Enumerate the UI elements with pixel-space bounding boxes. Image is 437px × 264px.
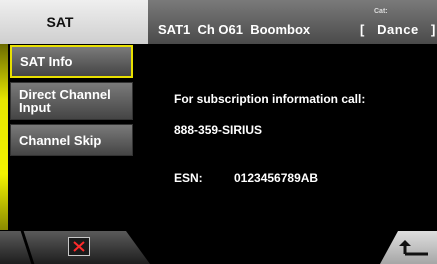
subscription-text: For subscription information call: [174,92,366,106]
esn-value: 0123456789AB [234,171,319,185]
close-x-icon[interactable] [68,237,90,256]
category-value[interactable]: [ Dance ] [360,22,436,37]
channel-info: SAT1 Ch O61 Boombox [158,22,311,37]
channel-info-bar: SAT1 Ch O61 Boombox Cat: [ Dance ] [148,0,437,44]
esn-label: ESN: [174,171,203,185]
scroll-indicator-strip [0,44,8,230]
category-label: Cat: [374,8,388,15]
source-tab-sat[interactable]: SAT [0,0,148,44]
subscription-phone: 888-359-SIRIUS [174,123,263,137]
sat-info-screen: SAT SAT1 Ch O61 Boombox Cat: [ Dance ] S… [0,0,437,264]
menu-item-label: Direct Channel Input [19,87,111,115]
menu-item-sat-info[interactable]: SAT Info [10,45,133,78]
menu-item-channel-skip[interactable]: Channel Skip [10,124,133,156]
menu-item-direct-channel-input[interactable]: Direct Channel Input [10,82,133,120]
menu-item-label: SAT Info [20,54,73,69]
source-tab-label: SAT [46,14,74,30]
header-bar: SAT SAT1 Ch O61 Boombox Cat: [ Dance ] [0,0,437,44]
back-arrow-icon[interactable] [396,239,430,257]
close-x-glyph [73,241,85,252]
menu-item-label: Channel Skip [19,132,102,148]
